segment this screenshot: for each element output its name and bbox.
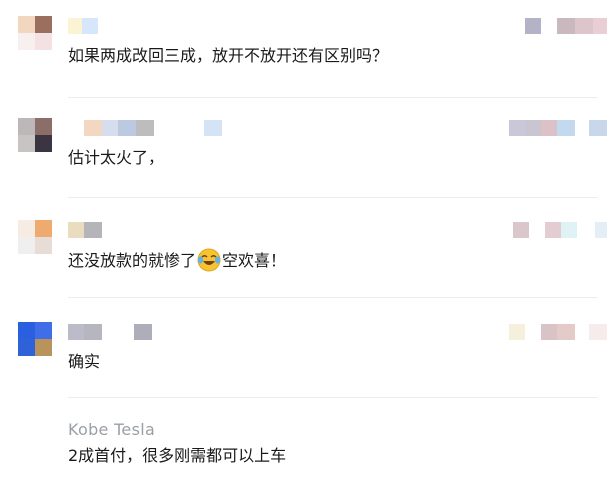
username-blurred[interactable] — [68, 324, 152, 340]
comment-text: 估计太火了， — [68, 148, 165, 167]
comment-text: 如果两成改回三成，放开不放开还有区别吗？ — [68, 46, 389, 65]
avatar[interactable] — [18, 16, 52, 50]
comment-text-part: 还没放款的就惨了 — [68, 251, 197, 270]
comment-meta-blurred — [509, 324, 607, 340]
username-blurred[interactable] — [68, 120, 222, 136]
divider — [68, 397, 597, 398]
divider — [68, 297, 597, 298]
divider — [68, 197, 597, 198]
comment-meta-blurred — [509, 120, 607, 136]
avatar[interactable] — [18, 220, 52, 254]
comment-meta-blurred — [525, 18, 607, 34]
username-blurred[interactable] — [68, 18, 98, 34]
crying-laughing-face-icon — [197, 248, 221, 272]
divider — [68, 97, 597, 98]
comment-text: 确实 — [68, 352, 101, 371]
avatar[interactable] — [18, 322, 52, 356]
comment-list: 如果两成改回三成，放开不放开还有区别吗？ 估计太火了， 还没放款的就惨了 空欢喜… — [0, 0, 615, 492]
comment-meta-blurred — [513, 222, 607, 238]
comment-text-part: 空欢喜！ — [222, 251, 287, 270]
avatar[interactable] — [18, 118, 52, 152]
comment-text: 还没放款的就惨了 空欢喜！ — [68, 248, 286, 273]
comment-text: 2成首付，很多刚需都可以上车 — [68, 446, 287, 465]
comment-author[interactable]: Kobe Tesla — [68, 420, 155, 439]
username-blurred[interactable] — [68, 222, 102, 238]
